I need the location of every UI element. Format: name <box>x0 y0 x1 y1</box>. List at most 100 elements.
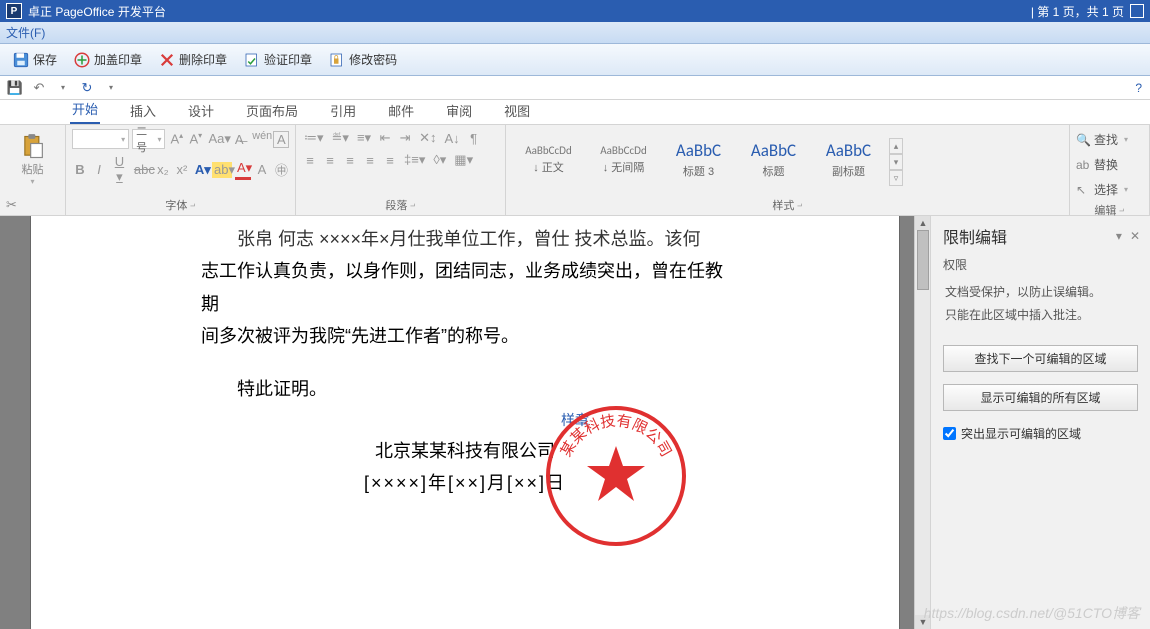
char-shading-icon[interactable]: A <box>254 161 270 178</box>
highlight-icon[interactable]: ab▾ <box>212 162 232 178</box>
shading-icon[interactable]: ◊▾ <box>431 151 448 169</box>
seal-verify-icon <box>243 51 261 69</box>
menu-file[interactable]: 文件(F) <box>6 24 45 41</box>
panel-title: 限制编辑 <box>943 224 1007 248</box>
panel-close-icon[interactable]: ✕ <box>1130 229 1140 243</box>
document-page: 张帛 何志 ××××年×月仕我单位工作，曾仕 技术总监。该何 志工作认真负责，以… <box>30 216 900 629</box>
grow-font-icon[interactable]: A▴ <box>168 130 184 147</box>
group-paragraph: ≔▾ ≝▾ ≡▾ ⇤ ⇥ ✕↕ A↓ ¶ ≡ ≡ ≡ ≡ ≡ ‡≡▾ ◊▾ ▦▾… <box>296 125 506 215</box>
styles-scroll-down[interactable]: ▾ <box>889 154 903 170</box>
highlight-regions-checkbox[interactable]: 突出显示可编辑的区域 <box>943 425 1138 442</box>
styles-expand[interactable]: ▿ <box>889 170 903 186</box>
phonetic-icon[interactable]: wén <box>250 129 270 148</box>
show-marks-icon[interactable]: ¶ <box>466 130 482 147</box>
align-right-icon[interactable]: ≡ <box>342 152 358 169</box>
group-label-styles: 样式 <box>512 195 1063 213</box>
italic-button[interactable]: I <box>91 161 107 178</box>
replace-button[interactable]: ab替换 <box>1076 154 1143 175</box>
text-effects-icon[interactable]: A▾ <box>193 161 209 179</box>
font-name-select[interactable]: ▾ <box>72 129 129 149</box>
multilevel-icon[interactable]: ≡▾ <box>355 129 373 147</box>
select-button[interactable]: ↖选择▾ <box>1076 179 1143 200</box>
font-color-icon[interactable]: A▾ <box>235 159 251 180</box>
styles-scroll-up[interactable]: ▴ <box>889 138 903 154</box>
title-bar: P 卓正 PageOffice 开发平台 | 第 1 页，共 1 页 <box>0 0 1150 22</box>
style-subtitle[interactable]: AaBbC副标题 <box>812 131 885 187</box>
superscript-button[interactable]: x² <box>174 161 190 178</box>
tab-layout[interactable]: 页面布局 <box>244 97 300 124</box>
show-all-regions-button[interactable]: 显示可编辑的所有区域 <box>943 384 1138 411</box>
change-case-icon[interactable]: Aa▾ <box>206 130 228 148</box>
shrink-font-icon[interactable]: A▾ <box>187 130 203 147</box>
verify-seal-button[interactable]: 验证印章 <box>237 48 318 72</box>
tab-design[interactable]: 设计 <box>186 97 216 124</box>
qat-redo-icon[interactable]: ↻ <box>80 81 94 95</box>
scroll-up-icon[interactable]: ▲ <box>915 216 930 230</box>
app-icon: P <box>6 3 22 19</box>
char-border-icon[interactable]: A <box>273 131 289 148</box>
font-size-select[interactable]: 二号▾ <box>132 129 165 149</box>
doc-cert-line: 特此证明。 <box>201 373 729 405</box>
underline-button[interactable]: U ▾ <box>110 153 129 186</box>
find-next-region-button[interactable]: 查找下一个可编辑的区域 <box>943 345 1138 372</box>
tab-references[interactable]: 引用 <box>328 97 358 124</box>
delete-seal-button[interactable]: 删除印章 <box>152 48 233 72</box>
scroll-down-icon[interactable]: ▼ <box>915 615 930 629</box>
paste-button[interactable]: 粘贴 ▾ <box>6 129 59 190</box>
page-indicator: | 第 1 页，共 1 页 <box>1031 3 1124 20</box>
find-icon: 🔍 <box>1076 133 1090 147</box>
tab-review[interactable]: 审阅 <box>444 97 474 124</box>
style-heading3[interactable]: AaBbC标题 3 <box>662 131 735 187</box>
tab-view[interactable]: 视图 <box>502 97 532 124</box>
line-spacing-icon[interactable]: ‡≡▾ <box>402 151 427 169</box>
save-button[interactable]: 保存 <box>6 48 63 72</box>
change-password-button[interactable]: 修改密码 <box>322 48 403 72</box>
find-button[interactable]: 🔍查找▾ <box>1076 129 1143 150</box>
add-seal-button[interactable]: 加盖印章 <box>67 48 148 72</box>
bold-button[interactable]: B <box>72 161 88 178</box>
group-editing: 🔍查找▾ ab替换 ↖选择▾ 编辑 <box>1070 125 1150 215</box>
justify-icon[interactable]: ≡ <box>362 152 378 169</box>
numbering-icon[interactable]: ≝▾ <box>330 129 351 147</box>
maximize-icon[interactable] <box>1130 4 1144 18</box>
tab-insert[interactable]: 插入 <box>128 97 158 124</box>
style-heading[interactable]: AaBbC标题 <box>737 131 810 187</box>
scroll-thumb[interactable] <box>917 230 929 290</box>
clear-format-icon[interactable]: A̶ <box>231 131 247 148</box>
qat-customize-dropdown[interactable]: ▾ <box>104 81 118 95</box>
style-normal[interactable]: AaBbCcDd↓ 正文 <box>512 131 585 187</box>
highlight-checkbox-input[interactable] <box>943 427 956 440</box>
clipboard-icon <box>19 133 47 161</box>
group-font: ▾ 二号▾ A▴ A▾ Aa▾ A̶ wén A B I U ▾ abc x₂ … <box>66 125 296 215</box>
subscript-button[interactable]: x₂ <box>155 161 171 178</box>
help-icon[interactable]: ? <box>1135 81 1142 95</box>
qat-undo-icon[interactable]: ↶ <box>32 81 46 95</box>
document-area[interactable]: 张帛 何志 ××××年×月仕我单位工作，曾仕 技术总监。该何 志工作认真负责，以… <box>0 216 930 629</box>
distribute-icon[interactable]: ≡ <box>382 152 398 169</box>
decrease-indent-icon[interactable]: ⇤ <box>377 129 393 147</box>
restrict-editing-panel: 限制编辑 ▾ ✕ 权限 文档受保护，以防止误编辑。 只能在此区域中插入批注。 查… <box>930 216 1150 629</box>
sort-icon[interactable]: A↓ <box>442 130 461 147</box>
enclose-char-icon[interactable]: ㊥ <box>273 159 289 180</box>
qat-save-icon[interactable]: 💾 <box>8 81 22 95</box>
strikethrough-button[interactable]: abc <box>132 161 152 178</box>
vertical-scrollbar[interactable]: ▲ ▼ <box>914 216 930 629</box>
align-center-icon[interactable]: ≡ <box>322 152 338 169</box>
group-label-font: 字体 <box>72 195 289 213</box>
increase-indent-icon[interactable]: ⇥ <box>397 129 413 147</box>
cut-icon[interactable]: ✂ <box>6 197 22 213</box>
seal-add-icon <box>73 51 91 69</box>
qat-undo-dropdown[interactable]: ▾ <box>56 81 70 95</box>
borders-icon[interactable]: ▦▾ <box>452 151 475 169</box>
seal-delete-icon <box>158 51 176 69</box>
panel-dropdown-icon[interactable]: ▾ <box>1116 229 1122 243</box>
tab-start[interactable]: 开始 <box>70 95 100 124</box>
style-nospacing[interactable]: AaBbCcDd↓ 无间隔 <box>587 131 660 187</box>
text-direction-icon[interactable]: ✕↕ <box>417 129 438 147</box>
align-left-icon[interactable]: ≡ <box>302 152 318 169</box>
workspace: 张帛 何志 ××××年×月仕我单位工作，曾仕 技术总监。该何 志工作认真负责，以… <box>0 216 1150 629</box>
tab-mail[interactable]: 邮件 <box>386 97 416 124</box>
replace-icon: ab <box>1076 158 1090 172</box>
bullets-icon[interactable]: ≔▾ <box>302 129 326 147</box>
ribbon: 粘贴 ▾ ✂ ⿻ 🖌 剪贴板 ▾ 二号▾ A▴ A▾ Aa▾ A̶ wén A <box>0 124 1150 216</box>
